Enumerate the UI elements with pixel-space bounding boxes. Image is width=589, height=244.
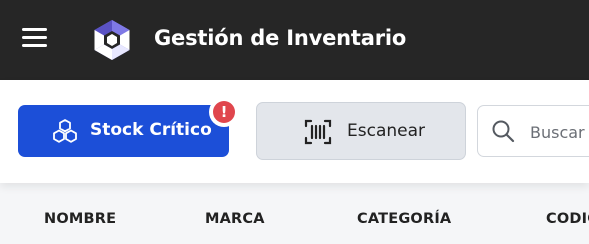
stock-critico-button[interactable]: Stock Crítico: [18, 105, 229, 157]
escanear-label: Escanear: [347, 121, 426, 141]
escanear-button[interactable]: Escanear: [256, 102, 466, 160]
search-box: [477, 105, 589, 157]
alert-badge: !: [209, 97, 239, 127]
search-input[interactable]: [530, 119, 589, 145]
app-title: Gestión de Inventario: [154, 26, 407, 50]
column-header-categoria[interactable]: CATEGORÍA: [357, 211, 451, 227]
column-header-marca[interactable]: MARCA: [205, 211, 265, 227]
search-icon: [492, 120, 515, 143]
table-header-row: NOMBRE MARCA CATEGORÍA CODIGO: [0, 195, 589, 244]
cubes-icon: [53, 119, 77, 143]
hamburger-menu-icon[interactable]: [22, 28, 47, 48]
top-app-bar: Gestión de Inventario: [0, 0, 589, 80]
stock-critico-label: Stock Crítico: [90, 120, 212, 140]
hexagon-logo-icon: [94, 20, 130, 60]
alert-icon: !: [213, 101, 235, 123]
column-header-codigo[interactable]: CODIGO: [546, 211, 589, 227]
column-header-nombre[interactable]: NOMBRE: [44, 211, 116, 227]
barcode-scan-icon: [304, 119, 332, 145]
action-toolbar: Stock Crítico Escanear: [0, 80, 589, 183]
alert-badge-text: !: [220, 103, 228, 121]
